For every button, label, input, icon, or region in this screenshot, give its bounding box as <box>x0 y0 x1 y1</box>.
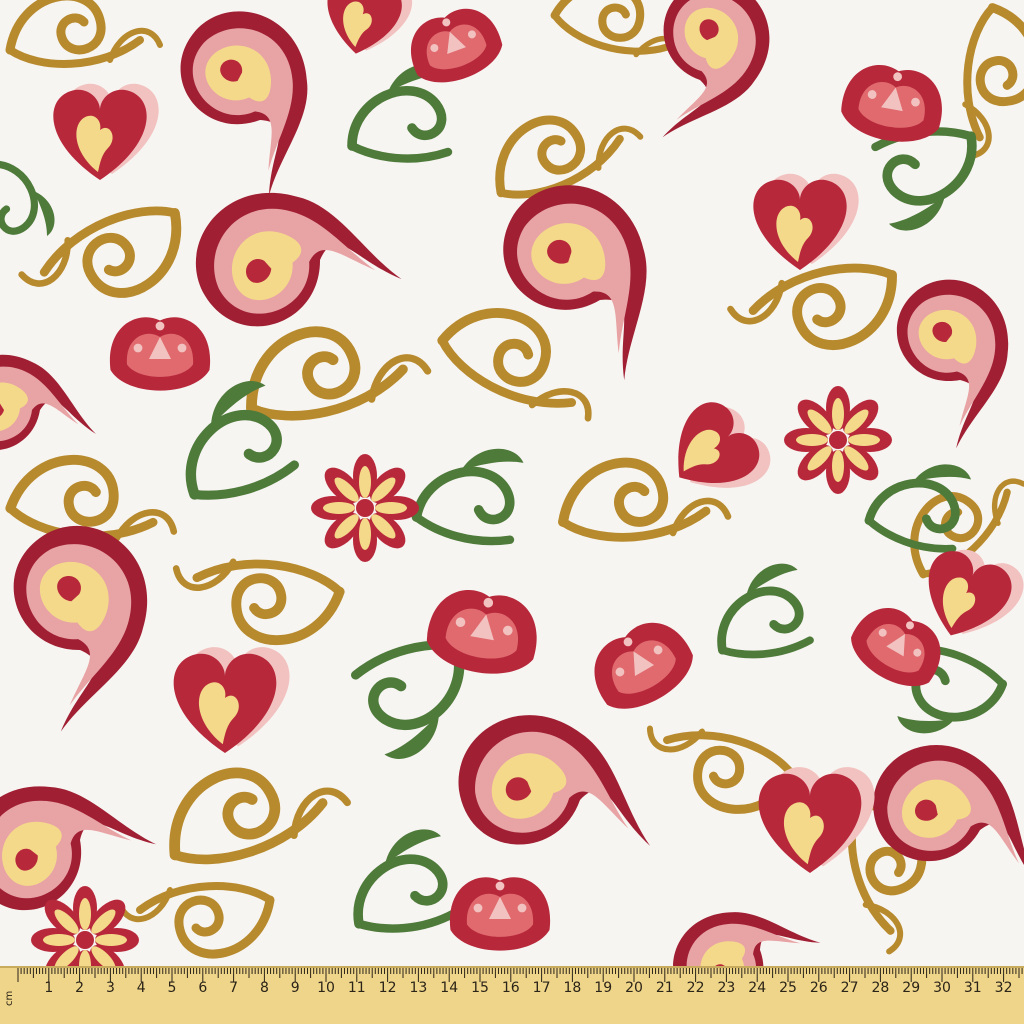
ruler-number: 2 <box>75 980 84 996</box>
ruler-number: 23 <box>717 980 735 996</box>
fabric-pattern: 1 2 3 4 5 6 7 8 9 10 11 12 13 14 15 16 17 18 19 20 21 22 23 24 2… <box>0 0 1024 1024</box>
ruler-number: 19 <box>594 980 612 996</box>
ruler-number: 13 <box>409 980 427 996</box>
ruler-number: 5 <box>168 980 177 996</box>
ruler-number: 32 <box>995 980 1013 996</box>
ruler-number: 30 <box>933 980 951 996</box>
ruler-number: 8 <box>260 980 269 996</box>
measuring-tape: 1 2 3 4 5 6 7 8 9 10 11 12 13 14 15 16 17 18 19 20 21 22 23 24 2… <box>0 966 1024 1024</box>
ruler-number: 20 <box>625 980 643 996</box>
ruler-number: 1 <box>44 980 53 996</box>
ruler-number: 17 <box>533 980 551 996</box>
ruler-number: 14 <box>440 980 458 996</box>
ruler-number: 9 <box>291 980 300 996</box>
ruler-number: 16 <box>502 980 520 996</box>
ruler-number: 25 <box>779 980 797 996</box>
ruler-number: 7 <box>229 980 238 996</box>
ruler-number: 24 <box>748 980 766 996</box>
ruler-unit-label: cm <box>4 991 15 1006</box>
ruler-number: 12 <box>379 980 397 996</box>
ruler-number: 3 <box>106 980 115 996</box>
ruler-number: 18 <box>563 980 581 996</box>
ruler-number: 27 <box>841 980 859 996</box>
ruler-number: 26 <box>810 980 828 996</box>
ruler-number: 31 <box>964 980 982 996</box>
ruler-number: 6 <box>198 980 207 996</box>
ruler-number: 15 <box>471 980 489 996</box>
ruler-number: 4 <box>137 980 146 996</box>
ruler-number: 22 <box>687 980 705 996</box>
ruler-number: 10 <box>317 980 335 996</box>
ruler-number: 29 <box>902 980 920 996</box>
ruler-number: 28 <box>871 980 889 996</box>
ruler-number: 21 <box>656 980 674 996</box>
ruler-number: 11 <box>348 980 366 996</box>
